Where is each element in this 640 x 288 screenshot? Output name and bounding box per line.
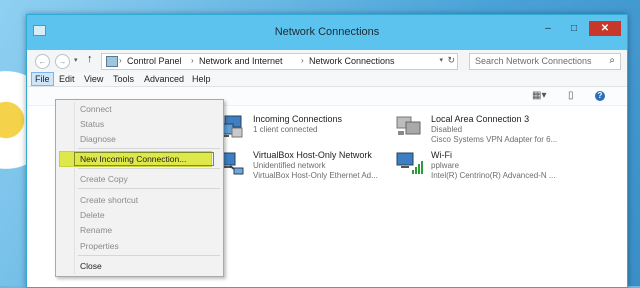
menu-icon-gutter [74,102,75,274]
forward-button[interactable]: → [55,54,70,69]
menu-separator [78,168,220,169]
menu-help[interactable]: Help [189,73,214,85]
connection-adapter: Cisco Systems VPN Adapter for 6... [431,135,558,144]
connection-adapter: VirtualBox Host-Only Ethernet Ad... [253,171,378,180]
menu-edit[interactable]: Edit [56,73,78,85]
connection-name: Incoming Connections [253,114,343,124]
menu-item-status[interactable]: Status [80,119,104,129]
menu-item-connect[interactable]: Connect [80,104,112,114]
breadcrumb-control-panel[interactable]: Control Panel [127,56,182,66]
address-row: ← → ▾ ↑ › Control Panel › Network and In… [27,50,627,72]
menu-item-create-copy[interactable]: Create Copy [80,174,128,184]
change-view-icon[interactable]: ▦▾ [532,90,546,101]
breadcrumb-separator[interactable]: › [119,56,122,65]
connection-item-virtualbox[interactable]: VirtualBox Host-Only Network Unidentifie… [217,150,392,184]
network-connections-window: Network Connections – □ ✕ ← → ▾ ↑ › Cont… [26,14,628,288]
menu-advanced[interactable]: Advanced [141,73,187,85]
control-panel-icon [106,56,118,67]
file-menu-dropdown: Connect Status Diagnose New Incoming Con… [55,99,224,277]
connection-name: VirtualBox Host-Only Network [253,150,372,160]
maximize-button[interactable]: □ [561,21,587,36]
title-bar: Network Connections – □ ✕ [27,15,627,50]
connection-item-local-area-3[interactable]: Local Area Connection 3 Disabled Cisco S… [395,114,600,148]
menu-item-rename[interactable]: Rename [80,225,112,235]
connection-adapter: Intel(R) Centrino(R) Advanced-N ... [431,171,556,180]
menu-file[interactable]: File [31,72,54,86]
menu-separator [78,148,220,149]
connection-name: Wi-Fi [431,150,452,160]
wifi-adapter-icon [396,152,423,174]
menu-view[interactable]: View [81,73,106,85]
refresh-icon[interactable]: ↻ [447,55,455,66]
close-button[interactable]: ✕ [589,21,621,36]
up-button[interactable]: ↑ [87,53,93,65]
help-icon[interactable]: ? [595,91,605,101]
menu-item-close[interactable]: Close [80,261,102,271]
recent-locations-icon[interactable]: ▾ [74,56,78,64]
connection-item-wifi[interactable]: Wi-Fi pplware Intel(R) Centrino(R) Advan… [395,150,600,184]
back-button[interactable]: ← [35,54,50,69]
menu-tools[interactable]: Tools [110,73,137,85]
menu-item-properties[interactable]: Properties [80,241,119,251]
preview-pane-icon[interactable]: ▯ [568,90,574,101]
minimize-button[interactable]: – [535,21,561,36]
connection-status: Disabled [431,125,463,134]
breadcrumb-network-connections[interactable]: Network Connections [309,56,395,66]
menu-item-diagnose[interactable]: Diagnose [80,134,116,144]
menu-bar: File Edit View Tools Advanced Help [27,72,627,87]
breadcrumb-separator[interactable]: › [301,56,304,65]
connection-item-incoming[interactable]: Incoming Connections 1 client connected [217,114,387,148]
menu-separator [78,255,220,256]
address-dropdown-icon[interactable]: ▾ [439,56,443,64]
connection-status: 1 client connected [253,125,318,134]
ethernet-adapter-icon [396,116,421,135]
connection-status: Unidentified network [253,161,326,170]
connection-name: Local Area Connection 3 [431,114,530,124]
address-bar[interactable]: › Control Panel › Network and Internet ›… [101,53,458,70]
menu-item-create-shortcut[interactable]: Create shortcut [80,195,138,205]
search-icon[interactable]: ⌕ [609,55,615,66]
connection-status: pplware [431,161,460,170]
menu-separator [78,188,220,189]
menu-item-delete[interactable]: Delete [80,210,105,220]
breadcrumb-separator[interactable]: › [191,56,194,65]
breadcrumb-network-and-internet[interactable]: Network and Internet [199,56,283,66]
menu-item-new-incoming-connection[interactable]: New Incoming Connection... [80,154,186,164]
search-placeholder: Search Network Connections [475,56,592,66]
search-input[interactable]: Search Network Connections ⌕ [469,53,621,70]
